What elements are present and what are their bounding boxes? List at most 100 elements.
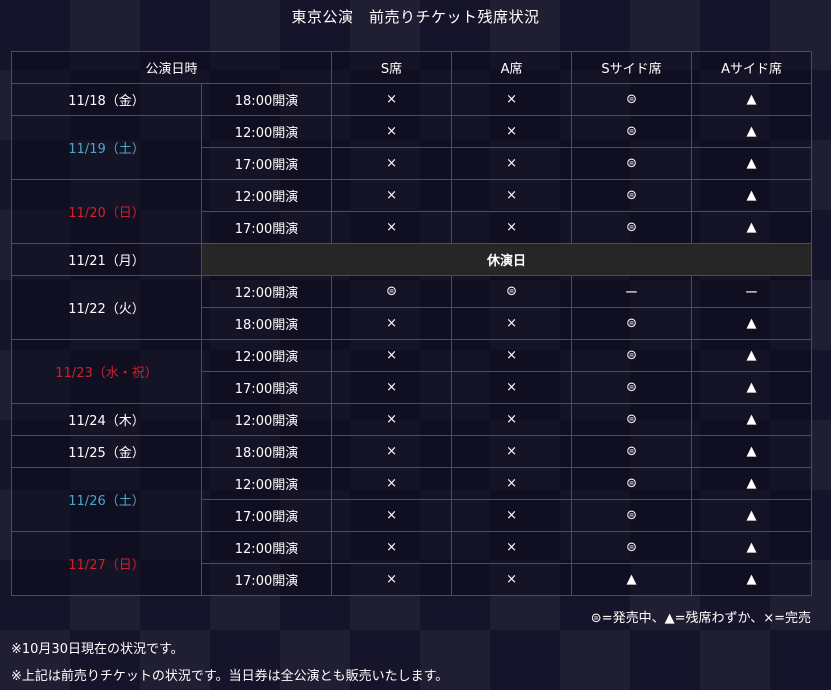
a-side-seat-status: ▲ [691, 467, 813, 500]
s-side-seat-status: ⊜ [571, 339, 693, 372]
time-cell: 12:00開演 [200, 531, 333, 564]
a-seat-status: × [451, 115, 573, 148]
s-side-seat-status: ⊜ [571, 371, 693, 404]
a-seat-status: × [451, 307, 573, 340]
a-seat-status: × [451, 563, 573, 596]
a-side-seat-status: ▲ [691, 147, 813, 180]
s-side-seat-status: ▲ [571, 563, 693, 596]
legend: ⊜=発売中、▲=残席わずか、×=完売 [590, 611, 811, 626]
s-side-seat-status: ⊜ [571, 115, 693, 148]
s-seat-status: × [331, 467, 453, 500]
a-side-seat-status: ▲ [691, 531, 813, 564]
s-seat-status: × [331, 371, 453, 404]
table-row: 11/23（水・祝） 12:00開演 × × ⊜ ▲ [11, 339, 813, 404]
a-seat-status: × [451, 211, 573, 244]
a-side-seat-status: ▲ [691, 435, 813, 468]
date-cell: 11/19（土） [11, 115, 202, 180]
header-a-seat: A席 [451, 51, 573, 84]
s-side-seat-status: ー [571, 275, 693, 308]
time-cell: 17:00開演 [200, 563, 333, 596]
a-seat-status: × [451, 147, 573, 180]
s-side-seat-status: ⊜ [571, 467, 693, 500]
note-same-day-tickets: ※上記は前売りチケットの状況です。当日券は全公演とも販売いたします。 [11, 669, 449, 684]
s-seat-status: × [331, 83, 453, 116]
time-cell: 17:00開演 [200, 147, 333, 180]
s-seat-status: × [331, 563, 453, 596]
date-cell: 11/21（月） [11, 243, 202, 276]
a-side-seat-status: ▲ [691, 115, 813, 148]
s-side-seat-status: ⊜ [571, 403, 693, 436]
s-side-seat-status: ⊜ [571, 83, 693, 116]
note-status-date: ※10月30日現在の状況です。 [11, 642, 184, 657]
s-seat-status: × [331, 179, 453, 212]
a-seat-status: ⊜ [451, 275, 573, 308]
table-row: 11/19（土） 12:00開演 × × ⊜ ▲ [11, 115, 813, 180]
s-seat-status: × [331, 403, 453, 436]
s-side-seat-status: ⊜ [571, 499, 693, 532]
time-cell: 12:00開演 [200, 179, 333, 212]
date-cell: 11/26（土） [11, 467, 202, 532]
a-side-seat-status: ▲ [691, 371, 813, 404]
s-seat-status: × [331, 211, 453, 244]
a-seat-status: × [451, 83, 573, 116]
date-cell: 11/20（日） [11, 179, 202, 244]
table-row: 11/22（火） 12:00開演 ⊜ ⊜ ーー [11, 275, 813, 340]
a-side-seat-status: ▲ [691, 83, 813, 116]
date-cell: 11/25（金） [11, 435, 202, 468]
a-side-seat-status: ▲ [691, 339, 813, 372]
ticket-availability-table: 公演日時 S席 A席 Sサイド席 Aサイド席 11/18（金） 18:00開演 × ×… [10, 51, 813, 596]
a-side-seat-status: ▲ [691, 307, 813, 340]
page-title: 東京公演 前売りチケット残席状況 [291, 8, 540, 26]
time-cell: 12:00開演 [200, 115, 333, 148]
header-s-seat: S席 [331, 51, 453, 84]
a-seat-status: × [451, 403, 573, 436]
a-seat-status: × [451, 371, 573, 404]
header-s-side-seat: Sサイド席 [571, 51, 693, 84]
s-side-seat-status: ⊜ [571, 179, 693, 212]
date-cell: 11/18（金） [11, 83, 202, 116]
a-side-seat-status: ▲ [691, 179, 813, 212]
s-seat-status: × [331, 115, 453, 148]
a-side-seat-status: ▲ [691, 499, 813, 532]
date-cell: 11/23（水・祝） [11, 339, 202, 404]
s-seat-status: × [331, 531, 453, 564]
s-seat-status: × [331, 435, 453, 468]
time-cell: 17:00開演 [200, 371, 333, 404]
a-seat-status: × [451, 435, 573, 468]
table-row: 11/18（金） 18:00開演 × × ⊜ ▲ [11, 83, 813, 116]
time-cell: 18:00開演 [200, 435, 333, 468]
time-cell: 12:00開演 [200, 339, 333, 372]
s-seat-status: × [331, 339, 453, 372]
s-side-seat-status: ⊜ [571, 147, 693, 180]
time-cell: 17:00開演 [200, 211, 333, 244]
a-side-seat-status: ー [691, 275, 813, 308]
a-seat-status: × [451, 499, 573, 532]
s-side-seat-status: ⊜ [571, 531, 693, 564]
time-cell: 18:00開演 [200, 307, 333, 340]
table-row: 11/24（木） 12:00開演 × × ⊜ ▲ [11, 403, 813, 436]
a-seat-status: × [451, 531, 573, 564]
table-row: 11/20（日） 12:00開演 × × ⊜ ▲ [11, 179, 813, 244]
time-cell: 12:00開演 [200, 275, 333, 308]
date-cell: 11/27（日） [11, 531, 202, 596]
header-datetime: 公演日時 [10, 51, 333, 84]
table-row: 11/26（土） 12:00開演 × × ⊜ ▲ [11, 467, 813, 532]
time-cell: 12:00開演 [200, 403, 333, 436]
a-seat-status: × [451, 467, 573, 500]
s-seat-status: ⊜ [331, 275, 453, 308]
closed-day-cell: 休演日 [200, 243, 813, 276]
table-row: 11/27（日） 12:00開演 × × ⊜ ▲ [11, 531, 813, 596]
date-cell: 11/24（木） [11, 403, 202, 436]
a-side-seat-status: ▲ [691, 403, 813, 436]
time-cell: 12:00開演 [200, 467, 333, 500]
header-a-side-seat: Aサイド席 [691, 51, 813, 84]
s-side-seat-status: ⊜ [571, 307, 693, 340]
table-header-row: 公演日時 S席 A席 Sサイド席 Aサイド席 [10, 51, 813, 84]
table-body: 11/18（金） 18:00開演 × × ⊜ ▲ 11/19（土） 12:00開演 × × ⊜ ▲ 17… [11, 83, 813, 596]
time-cell: 17:00開演 [200, 499, 333, 532]
s-seat-status: × [331, 147, 453, 180]
table-row: 11/21（月） 休演日 [11, 243, 813, 276]
a-side-seat-status: ▲ [691, 563, 813, 596]
table-row: 11/25（金） 18:00開演 × × ⊜ ▲ [11, 435, 813, 468]
s-side-seat-status: ⊜ [571, 211, 693, 244]
